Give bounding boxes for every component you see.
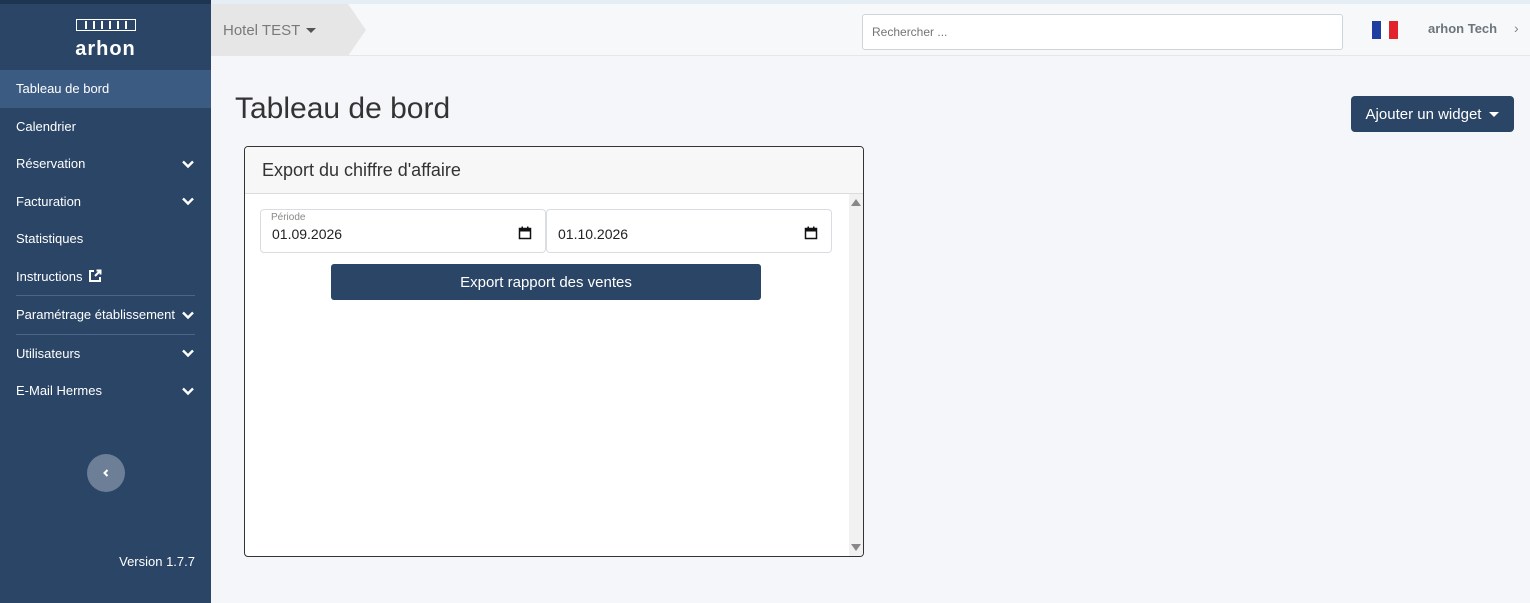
chevron-left-icon <box>103 469 109 477</box>
revenue-export-widget: Export du chiffre d'affaire Période 01.0… <box>244 146 864 557</box>
date-from-value: 01.09.2026 <box>272 226 343 242</box>
calendar-icon[interactable] <box>804 226 818 240</box>
widget-scrollbar[interactable] <box>849 194 863 556</box>
chevron-right-icon[interactable]: › <box>1514 20 1519 36</box>
date-to-value: 01.10.2026 <box>558 226 629 242</box>
sidebar-item-label: Facturation <box>16 193 82 209</box>
sidebar-item-parametrage-etablissement[interactable]: Paramétrage établissement <box>0 296 211 334</box>
search-input[interactable] <box>862 14 1343 50</box>
add-widget-label: Ajouter un widget <box>1365 105 1482 123</box>
external-link-icon <box>89 269 102 283</box>
sidebar-item-label: Tableau de bord <box>16 81 110 97</box>
sidebar-item-email-hermes[interactable]: E-Mail Hermes <box>0 372 211 410</box>
date-from-field[interactable]: Période 01.09.2026 <box>260 209 546 253</box>
flag-fr-icon[interactable] <box>1372 21 1399 39</box>
logo[interactable]: arhon <box>0 18 211 60</box>
caret-down-icon <box>1489 111 1500 117</box>
widget-header: Export du chiffre d'affaire <box>245 147 863 194</box>
sidebar-nav: Tableau de bord Calendrier Réservation F… <box>0 70 211 410</box>
date-to-field[interactable]: 01.10.2026 <box>546 209 832 253</box>
chevron-down-icon <box>182 349 194 358</box>
sidebar-collapse-button[interactable] <box>87 454 125 492</box>
sidebar-item-statistiques[interactable]: Statistiques <box>0 220 211 258</box>
add-widget-button[interactable]: Ajouter un widget <box>1351 96 1514 132</box>
sidebar-item-label: Instructions <box>16 268 83 284</box>
sidebar: arhon Tableau de bord Calendrier Réserva… <box>0 0 211 603</box>
caret-down-icon <box>306 27 317 33</box>
sidebar-item-label: Paramétrage établissement <box>16 307 175 323</box>
page-title: Tableau de bord <box>235 92 451 125</box>
chevron-down-icon <box>182 387 194 395</box>
sidebar-top-border <box>0 0 211 4</box>
sidebar-item-label: E-Mail Hermes <box>16 383 102 399</box>
topbar: Hotel TEST arhon Tech › <box>211 0 1530 56</box>
calendar-icon[interactable] <box>518 226 532 240</box>
hotel-selector[interactable]: Hotel TEST <box>211 4 366 56</box>
sidebar-item-label: Réservation <box>16 156 86 172</box>
sidebar-item-utilisateurs[interactable]: Utilisateurs <box>0 335 211 373</box>
hotel-name: Hotel TEST <box>223 21 301 39</box>
chevron-down-icon <box>182 197 194 206</box>
export-sales-report-button[interactable]: Export rapport des ventes <box>331 264 761 300</box>
sidebar-item-calendrier[interactable]: Calendrier <box>0 108 211 146</box>
widget-body: Période 01.09.2026 01.10.2026 Export rap… <box>245 194 863 556</box>
sidebar-item-reservation[interactable]: Réservation <box>0 145 211 183</box>
sidebar-item-facturation[interactable]: Facturation <box>0 183 211 221</box>
period-label: Période <box>271 212 306 223</box>
chevron-down-icon <box>182 311 194 319</box>
sidebar-item-label: Statistiques <box>16 231 84 247</box>
app-version: Version 1.7.7 <box>119 554 195 569</box>
scroll-down-arrow-icon[interactable] <box>851 544 861 551</box>
user-menu[interactable]: arhon Tech <box>1428 21 1497 36</box>
logo-text: arhon <box>75 38 136 60</box>
widget-title: Export du chiffre d'affaire <box>262 159 461 180</box>
sidebar-item-tableau-de-bord[interactable]: Tableau de bord <box>0 70 211 108</box>
sidebar-item-label: Calendrier <box>16 118 76 134</box>
sidebar-item-label: Utilisateurs <box>16 345 81 361</box>
logo-mark-icon <box>75 19 136 31</box>
scroll-up-arrow-icon[interactable] <box>851 199 861 206</box>
chevron-down-icon <box>182 160 194 168</box>
sidebar-item-instructions[interactable]: Instructions <box>0 258 211 296</box>
